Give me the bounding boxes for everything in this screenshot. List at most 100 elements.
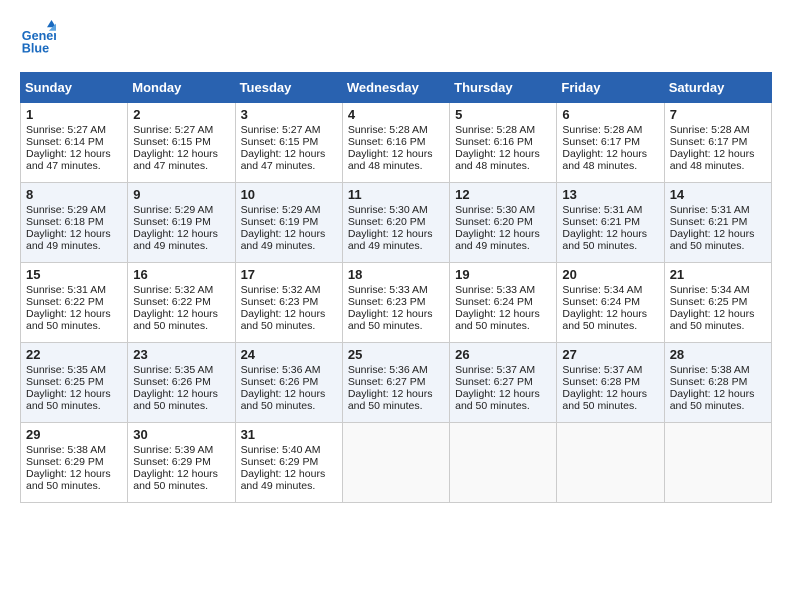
sunrise-label: Sunrise: 5:34 AM [562, 284, 642, 296]
day-number: 3 [241, 107, 337, 122]
daylight-minutes: and 50 minutes. [26, 400, 101, 412]
sunrise-label: Sunrise: 5:35 AM [133, 364, 213, 376]
sunrise-label: Sunrise: 5:29 AM [133, 204, 213, 216]
calendar-cell: 2 Sunrise: 5:27 AM Sunset: 6:15 PM Dayli… [128, 103, 235, 183]
daylight-label: Daylight: 12 hours [26, 388, 111, 400]
sunrise-label: Sunrise: 5:29 AM [241, 204, 321, 216]
sunset-label: Sunset: 6:27 PM [348, 376, 426, 388]
daylight-label: Daylight: 12 hours [26, 308, 111, 320]
day-number: 12 [455, 187, 551, 202]
calendar-cell: 19 Sunrise: 5:33 AM Sunset: 6:24 PM Dayl… [450, 263, 557, 343]
calendar-cell: 3 Sunrise: 5:27 AM Sunset: 6:15 PM Dayli… [235, 103, 342, 183]
daylight-minutes: and 50 minutes. [562, 240, 637, 252]
daylight-label: Daylight: 12 hours [348, 388, 433, 400]
daylight-minutes: and 50 minutes. [562, 320, 637, 332]
daylight-minutes: and 47 minutes. [133, 160, 208, 172]
daylight-label: Daylight: 12 hours [670, 228, 755, 240]
day-number: 8 [26, 187, 122, 202]
calendar-cell [664, 423, 771, 503]
sunrise-label: Sunrise: 5:28 AM [455, 124, 535, 136]
sunrise-label: Sunrise: 5:27 AM [241, 124, 321, 136]
daylight-minutes: and 49 minutes. [26, 240, 101, 252]
day-number: 21 [670, 267, 766, 282]
sunrise-label: Sunrise: 5:33 AM [455, 284, 535, 296]
header-day-saturday: Saturday [664, 73, 771, 103]
day-number: 10 [241, 187, 337, 202]
sunrise-label: Sunrise: 5:28 AM [348, 124, 428, 136]
sunrise-label: Sunrise: 5:37 AM [455, 364, 535, 376]
day-number: 4 [348, 107, 444, 122]
calendar-cell [342, 423, 449, 503]
sunrise-label: Sunrise: 5:38 AM [26, 444, 106, 456]
daylight-minutes: and 48 minutes. [455, 160, 530, 172]
daylight-minutes: and 50 minutes. [455, 320, 530, 332]
day-number: 13 [562, 187, 658, 202]
week-row-1: 1 Sunrise: 5:27 AM Sunset: 6:14 PM Dayli… [21, 103, 772, 183]
calendar-cell [557, 423, 664, 503]
sunset-label: Sunset: 6:29 PM [241, 456, 319, 468]
header-day-sunday: Sunday [21, 73, 128, 103]
sunrise-label: Sunrise: 5:29 AM [26, 204, 106, 216]
daylight-label: Daylight: 12 hours [241, 148, 326, 160]
daylight-label: Daylight: 12 hours [455, 148, 540, 160]
calendar-cell: 13 Sunrise: 5:31 AM Sunset: 6:21 PM Dayl… [557, 183, 664, 263]
daylight-label: Daylight: 12 hours [26, 468, 111, 480]
calendar-cell: 26 Sunrise: 5:37 AM Sunset: 6:27 PM Dayl… [450, 343, 557, 423]
sunset-label: Sunset: 6:14 PM [26, 136, 104, 148]
daylight-minutes: and 50 minutes. [26, 320, 101, 332]
daylight-label: Daylight: 12 hours [455, 308, 540, 320]
daylight-label: Daylight: 12 hours [348, 148, 433, 160]
daylight-minutes: and 49 minutes. [133, 240, 208, 252]
sunset-label: Sunset: 6:23 PM [241, 296, 319, 308]
daylight-minutes: and 50 minutes. [562, 400, 637, 412]
daylight-minutes: and 48 minutes. [562, 160, 637, 172]
calendar-cell: 16 Sunrise: 5:32 AM Sunset: 6:22 PM Dayl… [128, 263, 235, 343]
calendar-cell: 5 Sunrise: 5:28 AM Sunset: 6:16 PM Dayli… [450, 103, 557, 183]
header-day-monday: Monday [128, 73, 235, 103]
calendar-cell: 9 Sunrise: 5:29 AM Sunset: 6:19 PM Dayli… [128, 183, 235, 263]
sunset-label: Sunset: 6:17 PM [670, 136, 748, 148]
sunset-label: Sunset: 6:25 PM [670, 296, 748, 308]
sunset-label: Sunset: 6:18 PM [26, 216, 104, 228]
sunset-label: Sunset: 6:29 PM [26, 456, 104, 468]
daylight-label: Daylight: 12 hours [455, 388, 540, 400]
calendar-cell: 7 Sunrise: 5:28 AM Sunset: 6:17 PM Dayli… [664, 103, 771, 183]
calendar-cell: 15 Sunrise: 5:31 AM Sunset: 6:22 PM Dayl… [21, 263, 128, 343]
sunrise-label: Sunrise: 5:32 AM [241, 284, 321, 296]
sunrise-label: Sunrise: 5:28 AM [670, 124, 750, 136]
daylight-minutes: and 50 minutes. [670, 320, 745, 332]
sunrise-label: Sunrise: 5:27 AM [26, 124, 106, 136]
daylight-label: Daylight: 12 hours [241, 308, 326, 320]
daylight-minutes: and 50 minutes. [26, 480, 101, 492]
day-number: 15 [26, 267, 122, 282]
daylight-label: Daylight: 12 hours [241, 468, 326, 480]
day-number: 16 [133, 267, 229, 282]
sunrise-label: Sunrise: 5:32 AM [133, 284, 213, 296]
daylight-label: Daylight: 12 hours [670, 308, 755, 320]
daylight-label: Daylight: 12 hours [348, 308, 433, 320]
daylight-label: Daylight: 12 hours [133, 308, 218, 320]
logo: General Blue [20, 20, 62, 56]
sunset-label: Sunset: 6:22 PM [26, 296, 104, 308]
daylight-label: Daylight: 12 hours [26, 148, 111, 160]
sunset-label: Sunset: 6:15 PM [133, 136, 211, 148]
calendar-cell: 22 Sunrise: 5:35 AM Sunset: 6:25 PM Dayl… [21, 343, 128, 423]
calendar-cell: 20 Sunrise: 5:34 AM Sunset: 6:24 PM Dayl… [557, 263, 664, 343]
daylight-minutes: and 49 minutes. [241, 240, 316, 252]
sunset-label: Sunset: 6:19 PM [241, 216, 319, 228]
sunrise-label: Sunrise: 5:27 AM [133, 124, 213, 136]
sunrise-label: Sunrise: 5:30 AM [348, 204, 428, 216]
daylight-minutes: and 50 minutes. [133, 320, 208, 332]
calendar-cell [450, 423, 557, 503]
sunrise-label: Sunrise: 5:36 AM [348, 364, 428, 376]
calendar-cell: 10 Sunrise: 5:29 AM Sunset: 6:19 PM Dayl… [235, 183, 342, 263]
sunset-label: Sunset: 6:19 PM [133, 216, 211, 228]
daylight-label: Daylight: 12 hours [241, 388, 326, 400]
sunset-label: Sunset: 6:28 PM [562, 376, 640, 388]
daylight-minutes: and 48 minutes. [348, 160, 423, 172]
daylight-label: Daylight: 12 hours [562, 388, 647, 400]
sunset-label: Sunset: 6:21 PM [670, 216, 748, 228]
header-day-tuesday: Tuesday [235, 73, 342, 103]
sunrise-label: Sunrise: 5:38 AM [670, 364, 750, 376]
sunset-label: Sunset: 6:28 PM [670, 376, 748, 388]
